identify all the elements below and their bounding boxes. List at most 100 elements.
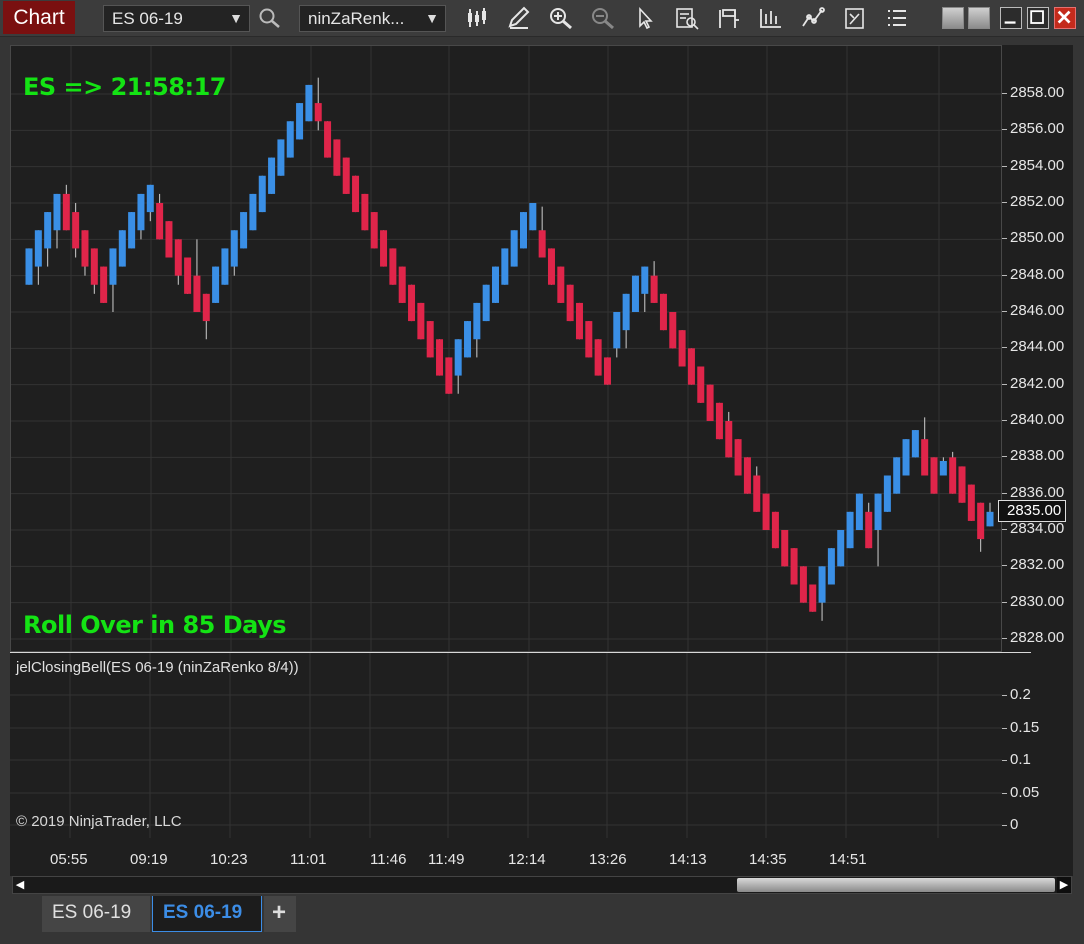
down-brick (706, 384, 714, 421)
price-axis[interactable]: 2858.00 2856.00 2854.00 2852.00 2850.00 2848.… (998, 45, 1073, 652)
chevron-down-icon: ▼ (229, 10, 243, 26)
up-brick (827, 548, 835, 585)
price-label: 2856.00 (1010, 120, 1065, 138)
price-panel[interactable]: ES => 21:58:17 Roll Over in 85 Days (10, 45, 1002, 652)
down-brick (715, 402, 723, 440)
down-brick (202, 293, 210, 322)
up-brick (846, 511, 854, 549)
up-brick (939, 460, 947, 476)
down-brick (324, 121, 332, 158)
down-brick (865, 511, 873, 549)
add-tab-button[interactable]: + (264, 896, 296, 932)
up-brick (641, 266, 649, 294)
up-brick (53, 193, 61, 231)
chart-area: ES => 21:58:17 Roll Over in 85 Days 2858… (10, 45, 1073, 876)
up-brick (268, 157, 276, 194)
down-brick (361, 193, 369, 231)
price-tick (1002, 529, 1007, 530)
search-icon[interactable] (257, 6, 283, 30)
properties-icon[interactable] (716, 6, 742, 30)
down-brick (958, 466, 966, 503)
workspace-button-2[interactable] (968, 7, 990, 29)
indicator-label-value: 0.2 (1010, 686, 1031, 703)
down-brick (72, 212, 80, 249)
minimize-icon[interactable] (1000, 7, 1022, 29)
up-brick (286, 121, 294, 158)
last-price-marker: 2835.00 (998, 500, 1066, 522)
scroll-thumb[interactable] (737, 878, 1055, 892)
instrument-selector[interactable]: ES 06-19 ▼ (103, 5, 250, 32)
down-brick (100, 266, 108, 303)
workspace-button-1[interactable] (942, 7, 964, 29)
list-icon[interactable] (884, 6, 910, 30)
scroll-right-arrow-icon[interactable]: ▶ (1057, 877, 1071, 893)
price-tick (1002, 383, 1007, 385)
indicator-panel[interactable]: jelClosingBell(ES 06-19 (ninZaRenko 8/4)… (10, 653, 1002, 838)
maximize-icon[interactable] (1027, 7, 1049, 29)
price-label: 2842.00 (1010, 374, 1065, 392)
down-brick (90, 248, 98, 285)
close-icon[interactable] (1054, 7, 1076, 29)
indicator-grid (10, 653, 1002, 838)
time-label: 14:51 (829, 851, 867, 868)
zoom-in-icon[interactable] (548, 6, 574, 30)
zoom-out-icon[interactable] (590, 6, 616, 30)
down-brick (781, 530, 789, 567)
up-brick (631, 275, 639, 312)
strategies-icon[interactable] (800, 6, 826, 30)
down-brick (547, 248, 555, 285)
candlestick-plot (11, 46, 1001, 651)
price-tick (1002, 93, 1007, 94)
down-brick (426, 321, 434, 358)
down-brick (352, 175, 360, 213)
down-brick (193, 275, 201, 312)
indicators-icon[interactable] (758, 6, 784, 30)
price-tick (1002, 202, 1007, 203)
tab-es-06-19[interactable]: ES 06-19 (42, 896, 150, 932)
up-brick (454, 339, 462, 376)
down-brick (594, 339, 602, 376)
indicator-axis[interactable]: 0.2 0.15 0.1 0.05 0 (1002, 653, 1073, 838)
up-brick (277, 139, 285, 176)
copyright-text: © 2019 NinjaTrader, LLC (16, 813, 182, 830)
price-label: 2840.00 (1010, 411, 1065, 428)
time-label: 14:13 (669, 851, 707, 868)
price-label: 2828.00 (1010, 629, 1065, 646)
down-brick (678, 330, 686, 367)
up-brick (855, 493, 863, 530)
scroll-left-arrow-icon[interactable]: ◀ (13, 877, 27, 893)
up-brick (146, 184, 154, 213)
down-brick (538, 230, 546, 258)
horizontal-scrollbar[interactable]: ◀ ▶ (12, 876, 1072, 894)
time-label: 11:49 (428, 851, 465, 868)
price-tick (1002, 274, 1007, 276)
price-label: 2858.00 (1010, 84, 1065, 101)
tab-es-06-19-active[interactable]: ES 06-19 (152, 896, 262, 932)
data-box-icon[interactable] (674, 6, 700, 30)
chart-trader-icon[interactable] (842, 6, 868, 30)
up-brick (305, 84, 313, 122)
indicator-tick (1002, 760, 1007, 761)
down-brick (174, 239, 182, 276)
up-brick (492, 266, 500, 303)
time-axis[interactable]: 05:55 09:19 10:23 11:01 11:46 11:49 12:14 13:26… (10, 838, 1002, 874)
bar-type-selector[interactable]: ninZaRenk... ▼ (299, 5, 446, 32)
bar-type-icon[interactable] (464, 6, 490, 30)
indicator-tick (1002, 825, 1007, 826)
down-brick (156, 203, 164, 240)
price-label: 2836.00 (1010, 483, 1065, 501)
drawing-tool-icon[interactable] (506, 6, 532, 30)
bar-type-value: ninZaRenk... (308, 9, 405, 28)
window-title: Chart (3, 1, 75, 34)
up-brick (501, 248, 509, 285)
chevron-down-icon: ▼ (425, 10, 439, 26)
down-brick (389, 248, 397, 285)
price-tick (1002, 420, 1007, 421)
up-brick (874, 493, 882, 530)
down-brick (771, 511, 779, 549)
up-brick (529, 203, 537, 231)
price-tick (1002, 165, 1007, 167)
price-label: 2854.00 (1010, 156, 1065, 174)
pointer-icon[interactable] (632, 6, 658, 30)
down-brick (408, 284, 416, 322)
